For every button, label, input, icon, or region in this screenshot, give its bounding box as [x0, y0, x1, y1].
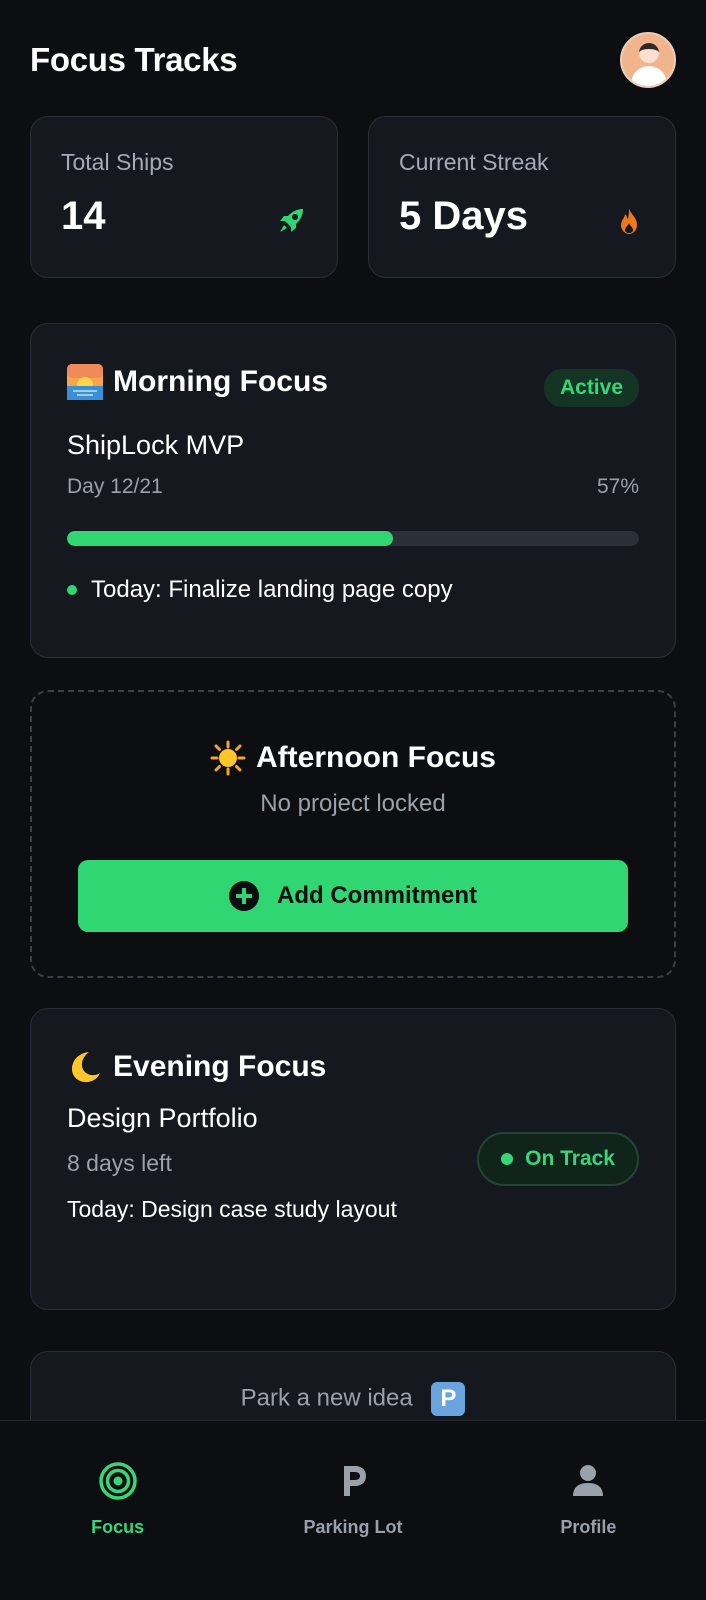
header: Focus Tracks: [30, 30, 676, 90]
sunrise-icon: [67, 364, 103, 400]
morning-today-task: Today: Finalize landing page copy: [91, 576, 453, 603]
evening-focus-title: Evening Focus: [113, 1050, 327, 1083]
stat-value: 14: [61, 194, 106, 238]
avatar-body: [631, 66, 667, 86]
stat-value: 5 Days: [399, 194, 528, 238]
person-icon: [573, 1465, 604, 1496]
avatar-head: [639, 43, 659, 63]
nav-item-focus[interactable]: Focus: [0, 1421, 235, 1600]
afternoon-focus-title: Afternoon Focus: [256, 741, 496, 774]
stat-label: Total Ships: [61, 149, 174, 175]
stat-label: Current Streak: [399, 149, 549, 175]
plus-circle-icon: [229, 881, 259, 911]
add-commitment-button[interactable]: Add Commitment: [78, 860, 628, 932]
park-idea-label: Park a new idea: [240, 1384, 413, 1412]
morning-meta-row: Day 12/21 57%: [67, 475, 639, 499]
afternoon-empty-text: No project locked: [260, 790, 446, 817]
afternoon-focus-card: Afternoon Focus No project locked Add Co…: [30, 690, 676, 978]
crescent-moon-icon: [72, 1052, 100, 1083]
nav-label-profile: Profile: [560, 1517, 617, 1537]
page-title: Focus Tracks: [30, 41, 238, 78]
nav-item-profile[interactable]: Profile: [471, 1421, 706, 1600]
bottom-nav: Focus Parking Lot Profile: [0, 1420, 706, 1600]
active-status-badge: Active: [543, 369, 639, 407]
evening-today-task: Today: Design case study layout: [67, 1196, 397, 1222]
app-screen: Focus Tracks Total Ships 14 Current Stre…: [0, 0, 706, 1600]
morning-focus-title: Morning Focus: [113, 365, 328, 398]
evening-project-name: Design Portfolio: [67, 1103, 258, 1133]
current-streak-card: Current Streak 5 Days: [368, 116, 676, 278]
add-commitment-label: Add Commitment: [277, 882, 477, 909]
evening-focus-card[interactable]: Evening Focus Design Portfolio 8 days le…: [30, 1008, 676, 1310]
user-avatar[interactable]: [620, 32, 676, 88]
nav-item-parking-lot[interactable]: Parking Lot: [235, 1421, 470, 1600]
evening-focus-title-row: Evening Focus: [67, 1049, 639, 1085]
flame-icon: [621, 208, 637, 234]
rocket-icon: [280, 209, 303, 232]
day-counter: Day 12/21: [67, 475, 163, 498]
nav-label-focus: Focus: [91, 1517, 145, 1537]
morning-project-name: ShipLock MVP: [67, 430, 245, 460]
sun-icon: [210, 740, 246, 776]
progress-bar: [67, 531, 639, 546]
morning-today-row: Today: Finalize landing page copy: [67, 576, 639, 604]
status-dot: [67, 585, 77, 595]
status-dot: [501, 1153, 514, 1165]
on-track-label: On Track: [525, 1147, 615, 1170]
on-track-status-badge: On Track: [477, 1132, 639, 1186]
afternoon-focus-title-row: Afternoon Focus: [32, 740, 674, 776]
parking-icon: P: [431, 1382, 466, 1416]
parking-icon: [343, 1466, 366, 1496]
stats-row: Total Ships 14 Current Streak 5 Days: [30, 116, 676, 278]
morning-focus-card[interactable]: Morning Focus Active ShipLock MVP Day 12…: [30, 323, 676, 658]
progress-bar-fill: [67, 531, 394, 546]
progress-percent: 57%: [596, 475, 639, 498]
total-ships-card: Total Ships 14: [30, 116, 338, 278]
target-icon: [98, 1462, 137, 1500]
nav-label-parking-lot: Parking Lot: [303, 1517, 403, 1537]
